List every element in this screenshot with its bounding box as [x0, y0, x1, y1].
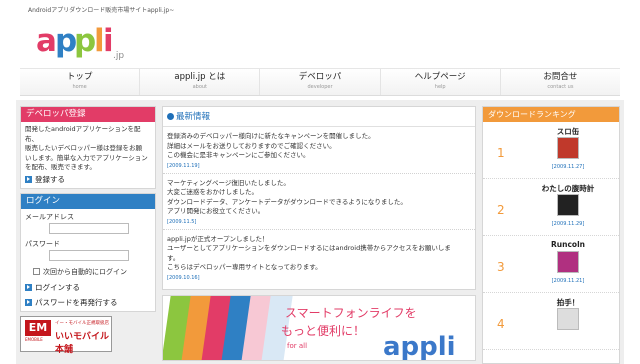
nav-home-sub: home [72, 84, 87, 90]
description-line: いします。簡単な入力でアプリケーション [25, 153, 148, 162]
nav-about[interactable]: appli.jp とは about [140, 69, 261, 95]
news-line: 登録済みのデベロッパー様向けに新たなキャンペーンを開催しました。 [167, 132, 375, 140]
banner-shop-name: いいモバイル本舗 [55, 331, 110, 355]
news-line: appli.jpが正式オープンしました！ [167, 234, 269, 243]
arrow-square-icon [25, 283, 32, 291]
nav-home[interactable]: トップ home [20, 69, 141, 95]
rank-number: 1 [497, 146, 505, 160]
auto-login-label: 次回から自動的にログイン [43, 267, 127, 276]
promo-for-all: for all [287, 341, 308, 350]
banner-caption: イー・モバイル正規取扱店 [55, 320, 109, 326]
description-line: 開発したandroidアプリケーションを配布、 [25, 125, 141, 143]
app-name: わたしの腹時計 [541, 184, 595, 193]
developer-register-title: デベロッパ登録 [21, 107, 155, 122]
promo-headline-2: もっと便利に！ [281, 323, 366, 338]
app-name: Runcoln [551, 240, 585, 249]
news-date: [2009.11.19] [167, 162, 200, 169]
ranking-item[interactable]: 3 Runcoln [2009.11.21] [483, 236, 619, 293]
app-icon[interactable] [557, 251, 579, 273]
news-line: 詳細はメールをお送りしておりますのでご確認ください。 [167, 141, 336, 150]
news-header: 最新情報 [163, 110, 475, 127]
news-line: ダウンロードデータ、アンケートデータがダウンロードできるようになりました。 [167, 197, 407, 206]
password-field[interactable] [49, 249, 129, 261]
logo-letter: p [74, 23, 97, 59]
developer-register-panel: デベロッパ登録 開発したandroidアプリケーションを配布、 販売したいデベロ… [20, 106, 156, 189]
app-icon[interactable] [557, 308, 579, 330]
emobile-banner[interactable]: EM EMOBILE イー・モバイル正規取扱店 いいモバイル本舗 [20, 315, 112, 355]
auto-login-checkbox[interactable] [33, 268, 40, 275]
nav-about-sub: about [192, 84, 208, 90]
ranking-panel: ダウンロードランキング 1 スロ缶 [2009.11.27] 2 わたしの腹時計… [482, 106, 620, 364]
password-reset-label: パスワードを再発行する [35, 297, 118, 307]
description-line: 販売したいデベロッパー様は登録をお願 [25, 144, 142, 152]
app-icon[interactable] [557, 137, 579, 159]
nav-help-sub: help [434, 84, 446, 90]
login-title: ログイン [21, 193, 155, 209]
news-line: す。 [167, 253, 180, 262]
news-item: appli.jpが正式オープンしました！ ユーザーとしてアプリケーションをダウン… [163, 230, 475, 285]
promo-banner[interactable]: スマートフォンライフを もっと便利に！ for all appli [162, 294, 476, 361]
description-line: を配布、販売できます。 [25, 163, 96, 171]
ranking-item[interactable]: 1 スロ缶 [2009.11.27] [483, 122, 619, 179]
app-name: スロ缶 [556, 127, 580, 136]
nav-contact-sub: contact us [547, 84, 574, 90]
nav-help-label: ヘルプページ [414, 72, 466, 82]
app-date: [2009.11.27] [551, 164, 585, 170]
news-line: こちらはデベロッパー専用サイトとなっております。 [167, 263, 322, 271]
news-title: 最新情報 [176, 112, 211, 122]
logo-letter: a [36, 23, 57, 59]
nav-developer[interactable]: デベロッパ developer [260, 69, 381, 95]
nav-home-label: トップ [66, 72, 93, 82]
nav-contact[interactable]: お問合せ contact us [501, 69, 620, 95]
news-item: 登録済みのデベロッパー様向けに新たなキャンペーンを開催しました。 詳細はメールを… [163, 127, 475, 174]
rank-number: 4 [497, 317, 505, 331]
ranking-title: ダウンロードランキング [483, 107, 619, 122]
email-label: メールアドレス [25, 212, 74, 221]
auto-login-option: 次回から自動的にログイン [21, 263, 155, 281]
app-date: [2009.11.21] [551, 278, 585, 284]
news-item: マーケティングページ復旧いたしました。 大変ご迷惑をおかけしました。 ダウンロー… [163, 174, 475, 230]
email-field[interactable] [49, 222, 129, 234]
news-line: マーケティングページ復旧いたしました。 [167, 178, 290, 187]
promo-logo: appli [383, 331, 456, 361]
register-link[interactable]: 登録する [21, 173, 155, 188]
rank-number: 2 [497, 203, 505, 217]
password-reset-link[interactable]: パスワードを再発行する [21, 296, 155, 311]
news-line: ユーザーとしてアプリケーションをダウンロードするにはandroid携帯からアクセ… [167, 244, 451, 252]
site-tagline: Androidアプリダウンロード販売市場サイトappli.jp~ [28, 7, 175, 14]
app-date: [2009.11.29] [551, 221, 585, 227]
left-sidebar: デベロッパ登録 開発したandroidアプリケーションを配布、 販売したいデベロ… [20, 106, 156, 355]
nav-developer-sub: developer [307, 84, 333, 90]
password-label: パスワード [25, 239, 60, 248]
news-line: この機会に是非キャンペーンにご参加ください。 [167, 151, 310, 159]
login-link-label: ログインする [35, 282, 80, 292]
promo-headline-1: スマートフォンライフを [285, 305, 417, 320]
main-content: 最新情報 登録済みのデベロッパー様向けに新たなキャンペーンを開催しました。 詳細… [162, 106, 476, 361]
developer-register-description: 開発したandroidアプリケーションを配布、 販売したいデベロッパー様は登録を… [21, 122, 155, 173]
news-date: [2009.11.5] [167, 218, 197, 225]
ranking-item[interactable]: 2 わたしの腹時計 [2009.11.29] [483, 179, 619, 236]
main-nav: トップ home appli.jp とは about デベロッパ develop… [20, 68, 620, 96]
news-line: アプリ開発にお役立てください。 [167, 207, 265, 215]
bullet-icon [167, 112, 174, 120]
app-icon[interactable] [557, 194, 579, 216]
emobile-logo-sub: EMOBILE [25, 336, 43, 342]
emobile-logo: EM [25, 319, 51, 336]
news-date: [2009.10.16] [167, 274, 200, 281]
login-link[interactable]: ログインする [21, 281, 155, 296]
ranking-item[interactable]: 4 拍手！ [483, 293, 619, 350]
nav-help[interactable]: ヘルプページ help [381, 69, 501, 95]
news-line: 大変ご迷惑をおかけしました。 [167, 188, 258, 196]
nav-developer-label: デベロッパ [298, 72, 342, 82]
nav-about-label: appli.jp とは [174, 72, 226, 82]
login-panel: ログイン メールアドレス パスワード 次回から自動的にログイン ログインする パ… [20, 192, 156, 312]
nav-contact-label: お問合せ [543, 72, 578, 82]
app-name: 拍手！ [556, 298, 580, 307]
appli-logo[interactable]: a p p l i .jp [36, 23, 136, 61]
register-link-label: 登録する [35, 174, 65, 184]
rank-number: 3 [497, 260, 505, 274]
arrow-square-icon [25, 175, 32, 183]
news-panel: 最新情報 登録済みのデベロッパー様向けに新たなキャンペーンを開催しました。 詳細… [162, 106, 476, 290]
arrow-square-icon [25, 298, 32, 306]
